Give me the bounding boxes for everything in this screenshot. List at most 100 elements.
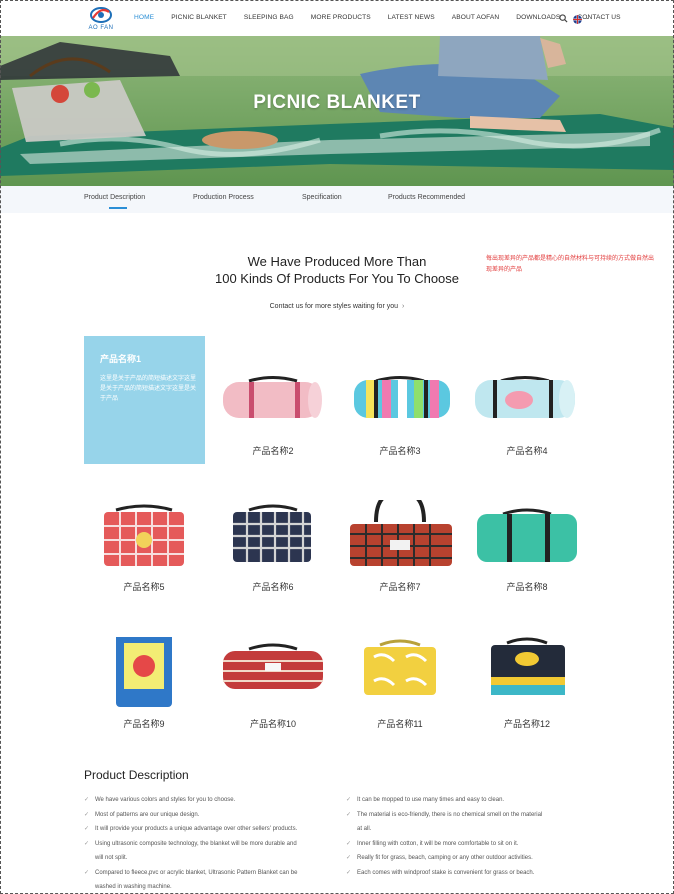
product-name: 产品名称9 xyxy=(123,719,165,729)
rolled-blanket-image xyxy=(477,508,577,562)
product-name: 产品名称10 xyxy=(249,719,296,729)
description-item-text: Most of patterns are our unique design. xyxy=(95,811,200,818)
product-card[interactable]: 产品名称10 xyxy=(209,637,337,757)
description-item-text: The material is eco-friendly, there is n… xyxy=(357,811,543,818)
check-icon: ✓ xyxy=(84,797,90,803)
folded-blanket-image xyxy=(233,504,311,562)
check-icon: ✓ xyxy=(84,869,90,876)
hero-title: PICNIC BLANKET xyxy=(253,92,421,113)
product-card[interactable]: 产品名称5 xyxy=(80,500,208,620)
folded-blanket-image xyxy=(364,639,436,695)
section-headline: We Have Produced More Than 100 Kinds Of … xyxy=(190,253,484,287)
check-icon: ✓ xyxy=(84,811,90,818)
check-icon: ✓ xyxy=(346,840,352,847)
description-item-text: Using ultrasonic composite technology, t… xyxy=(95,840,297,847)
highlight-note: 每出现差异的产品都是精心的自然材料与可持续的方式做自然出现差异的产品 xyxy=(486,256,655,273)
hero-banner: PICNIC BLANKET xyxy=(0,36,674,186)
product-card[interactable]: 产品名称12 xyxy=(463,637,591,757)
folded-blanket-image xyxy=(116,637,172,707)
description-item: ✓ Really fit for grass, beach, camping or… xyxy=(346,851,596,866)
description-item: ✓ Most of patterns are our unique design. xyxy=(84,808,334,823)
description-list-right: ✓ It can be mopped to use many times and … xyxy=(346,793,596,880)
featured-product-desc: 这里是关于产品的简短描述文字这里是关于产品的简短描述文字这里是关于产品 xyxy=(100,376,197,402)
nav-downloads[interactable]: DOWNLOADS xyxy=(516,14,560,21)
product-name: 产品名称12 xyxy=(503,719,550,729)
description-item-text: at all. xyxy=(357,826,372,832)
product-name: 产品名称6 xyxy=(252,582,294,592)
product-name: 产品名称11 xyxy=(377,719,423,729)
product-name: 产品名称4 xyxy=(506,446,548,456)
product-card[interactable]: 产品名称3 xyxy=(336,364,464,484)
active-tab-indicator xyxy=(109,207,127,209)
folded-blanket-image xyxy=(104,504,184,566)
description-item-continued: washed in washing machine. xyxy=(84,880,334,894)
description-item-text: will not split. xyxy=(95,855,128,861)
search-icon[interactable] xyxy=(559,14,568,23)
chevron-right-icon: › xyxy=(402,303,405,310)
product-card[interactable]: 产品名称11 xyxy=(336,637,464,757)
nav-home[interactable]: HOME xyxy=(134,14,154,21)
product-name: 产品名称2 xyxy=(252,446,294,456)
description-item: ✓ Inner filling with cotton, it will be m… xyxy=(346,837,596,852)
check-icon: ✓ xyxy=(346,797,352,803)
tab-product-description[interactable]: Product Description xyxy=(84,194,145,201)
description-item-text: It will provide your products a unique a… xyxy=(95,826,298,832)
featured-product-title: 产品名称1 xyxy=(100,354,142,364)
product-description-heading: Product Description xyxy=(84,768,189,782)
description-item-continued: will not split. xyxy=(84,851,334,866)
tab-products-recommended[interactable]: Products Recommended xyxy=(388,194,465,201)
tab-production-process[interactable]: Production Process xyxy=(193,194,254,201)
brand-name: AO FAN xyxy=(88,25,114,31)
description-item: ✓ Compared to fleece,pvc or acrylic blank… xyxy=(84,866,334,881)
nav-about[interactable]: ABOUT AOFAN xyxy=(452,14,500,21)
contact-link-text: Contact us for more styles waiting for y… xyxy=(269,303,399,310)
product-card[interactable]: 产品名称2 xyxy=(209,364,337,484)
description-item: ✓ Using ultrasonic composite technology, … xyxy=(84,837,334,852)
nav-sleeping-bag[interactable]: SLEEPING BAG xyxy=(244,14,294,21)
nav-contact[interactable]: CONTACT US xyxy=(577,14,620,21)
chevron-down-icon[interactable]: ⌄ xyxy=(585,14,590,21)
language-flag-icon[interactable] xyxy=(573,15,582,24)
tab-specification[interactable]: Specification xyxy=(302,194,342,201)
product-card[interactable]: 产品名称7 xyxy=(336,500,464,620)
folded-blanket-image xyxy=(491,637,565,695)
description-item-text: Really fit for grass, beach, camping or … xyxy=(357,855,533,861)
product-name: 产品名称3 xyxy=(379,446,421,456)
rolled-blanket-image xyxy=(475,376,575,418)
contact-link[interactable]: Contact us for more styles waiting for y… xyxy=(230,303,444,310)
description-item: ✓ It will provide your products a unique … xyxy=(84,822,334,837)
rolled-blanket-image xyxy=(354,376,450,418)
product-card[interactable]: 产品名称6 xyxy=(209,500,337,620)
check-icon: ✓ xyxy=(346,811,352,818)
product-card[interactable]: 产品名称8 xyxy=(463,500,591,620)
nav-picnic-blanket[interactable]: PICNIC BLANKET xyxy=(171,14,227,21)
check-icon: ✓ xyxy=(346,869,352,876)
description-item: ✓ We have various colors and styles for y… xyxy=(84,793,334,808)
product-card[interactable]: 产品名称4 xyxy=(463,364,591,484)
description-item-text: Each comes with windproof stake is conve… xyxy=(357,869,535,876)
description-item-text: We have various colors and styles for yo… xyxy=(95,797,236,803)
product-name: 产品名称7 xyxy=(379,582,421,592)
description-list-left: ✓ We have various colors and styles for y… xyxy=(84,793,334,894)
description-item-text: It can be mopped to use many times and e… xyxy=(357,797,505,803)
check-icon: ✓ xyxy=(84,826,90,832)
nav-latest-news[interactable]: LATEST NEWS xyxy=(388,14,435,21)
headline-line-2: 100 Kinds Of Products For You To Choose xyxy=(214,271,460,286)
rolled-blanket-image xyxy=(223,643,323,689)
description-item-text: Compared to fleece,pvc or acrylic blanke… xyxy=(95,869,298,876)
product-name: 产品名称5 xyxy=(123,582,165,592)
check-icon: ✓ xyxy=(84,840,90,847)
featured-product-card[interactable]: 产品名称1 这里是关于产品的简短描述文字这里是关于产品的简短描述文字这里是关于产… xyxy=(84,336,205,464)
section-tabs: Product Description Production Process S… xyxy=(0,186,674,213)
nav-more-products[interactable]: MORE PRODUCTS xyxy=(311,14,371,21)
description-item-text: Inner filling with cotton, it will be mo… xyxy=(357,840,519,847)
rolled-blanket-image xyxy=(223,376,322,418)
description-item: ✓ The material is eco-friendly, there is … xyxy=(346,808,596,823)
product-card[interactable]: 产品名称9 xyxy=(80,637,208,757)
description-item-text: washed in washing machine. xyxy=(95,884,172,890)
check-icon: ✓ xyxy=(346,855,352,861)
description-item: ✓ Each comes with windproof stake is conv… xyxy=(346,866,596,881)
product-name: 产品名称8 xyxy=(506,582,548,592)
description-item-continued: at all. xyxy=(346,822,596,837)
description-item: ✓ It can be mopped to use many times and … xyxy=(346,793,596,808)
